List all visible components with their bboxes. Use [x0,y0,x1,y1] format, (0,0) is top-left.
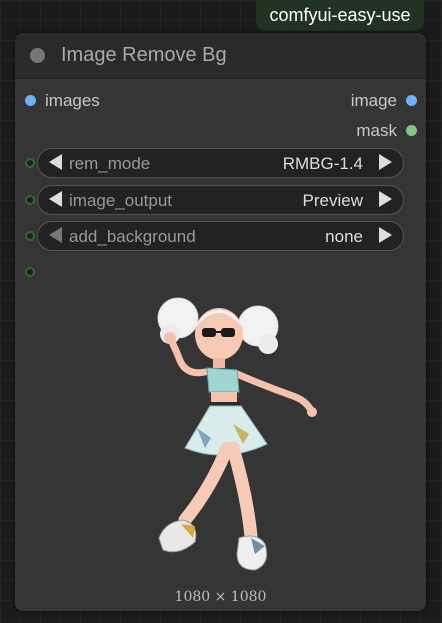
image-remove-bg-node[interactable]: Image Remove Bg images image mask rem_mo… [15,33,426,611]
widget-input-add-background-dot[interactable] [25,231,35,241]
rem-mode-combo[interactable]: rem_mode RMBG-1.4 [37,148,404,178]
extra-input-dot[interactable] [25,267,35,277]
preview-image [157,297,317,571]
image-output-value: Preview [302,191,363,210]
image-output-label: image_output [69,191,173,210]
add-background-combo[interactable]: add_background none [37,221,404,251]
rem-mode-label: rem_mode [69,154,151,173]
rem-mode-value: RMBG-1.4 [282,154,363,173]
node-title: Image Remove Bg [61,44,227,66]
arrow-left-icon[interactable] [49,227,62,243]
arrow-left-icon[interactable] [49,191,62,207]
image-output-combo[interactable]: image_output Preview [37,185,404,215]
output-slot-mask-dot[interactable] [406,125,417,136]
collapse-toggle-icon[interactable] [30,48,45,63]
arrow-right-icon[interactable] [379,154,392,170]
input-slot-images-dot[interactable] [25,95,36,106]
add-background-label: add_background [69,227,196,246]
preview-dimensions: 1080 × 1080 [174,589,267,605]
node-source-badge: comfyui-easy-use [256,0,424,31]
output-slot-image-label: image [350,91,397,110]
widget-input-rem-mode-dot[interactable] [25,158,35,168]
output-slot-image-dot[interactable] [406,95,417,106]
output-slot-mask-label: mask [356,121,397,140]
widget-input-image-output-dot[interactable] [25,195,35,205]
arrow-right-icon[interactable] [379,191,392,207]
node-title-bar[interactable]: Image Remove Bg [15,33,426,79]
arrow-left-icon[interactable] [49,154,62,170]
arrow-right-icon[interactable] [379,227,392,243]
input-slot-images-label: images [45,91,100,110]
add-background-value: none [325,227,363,246]
